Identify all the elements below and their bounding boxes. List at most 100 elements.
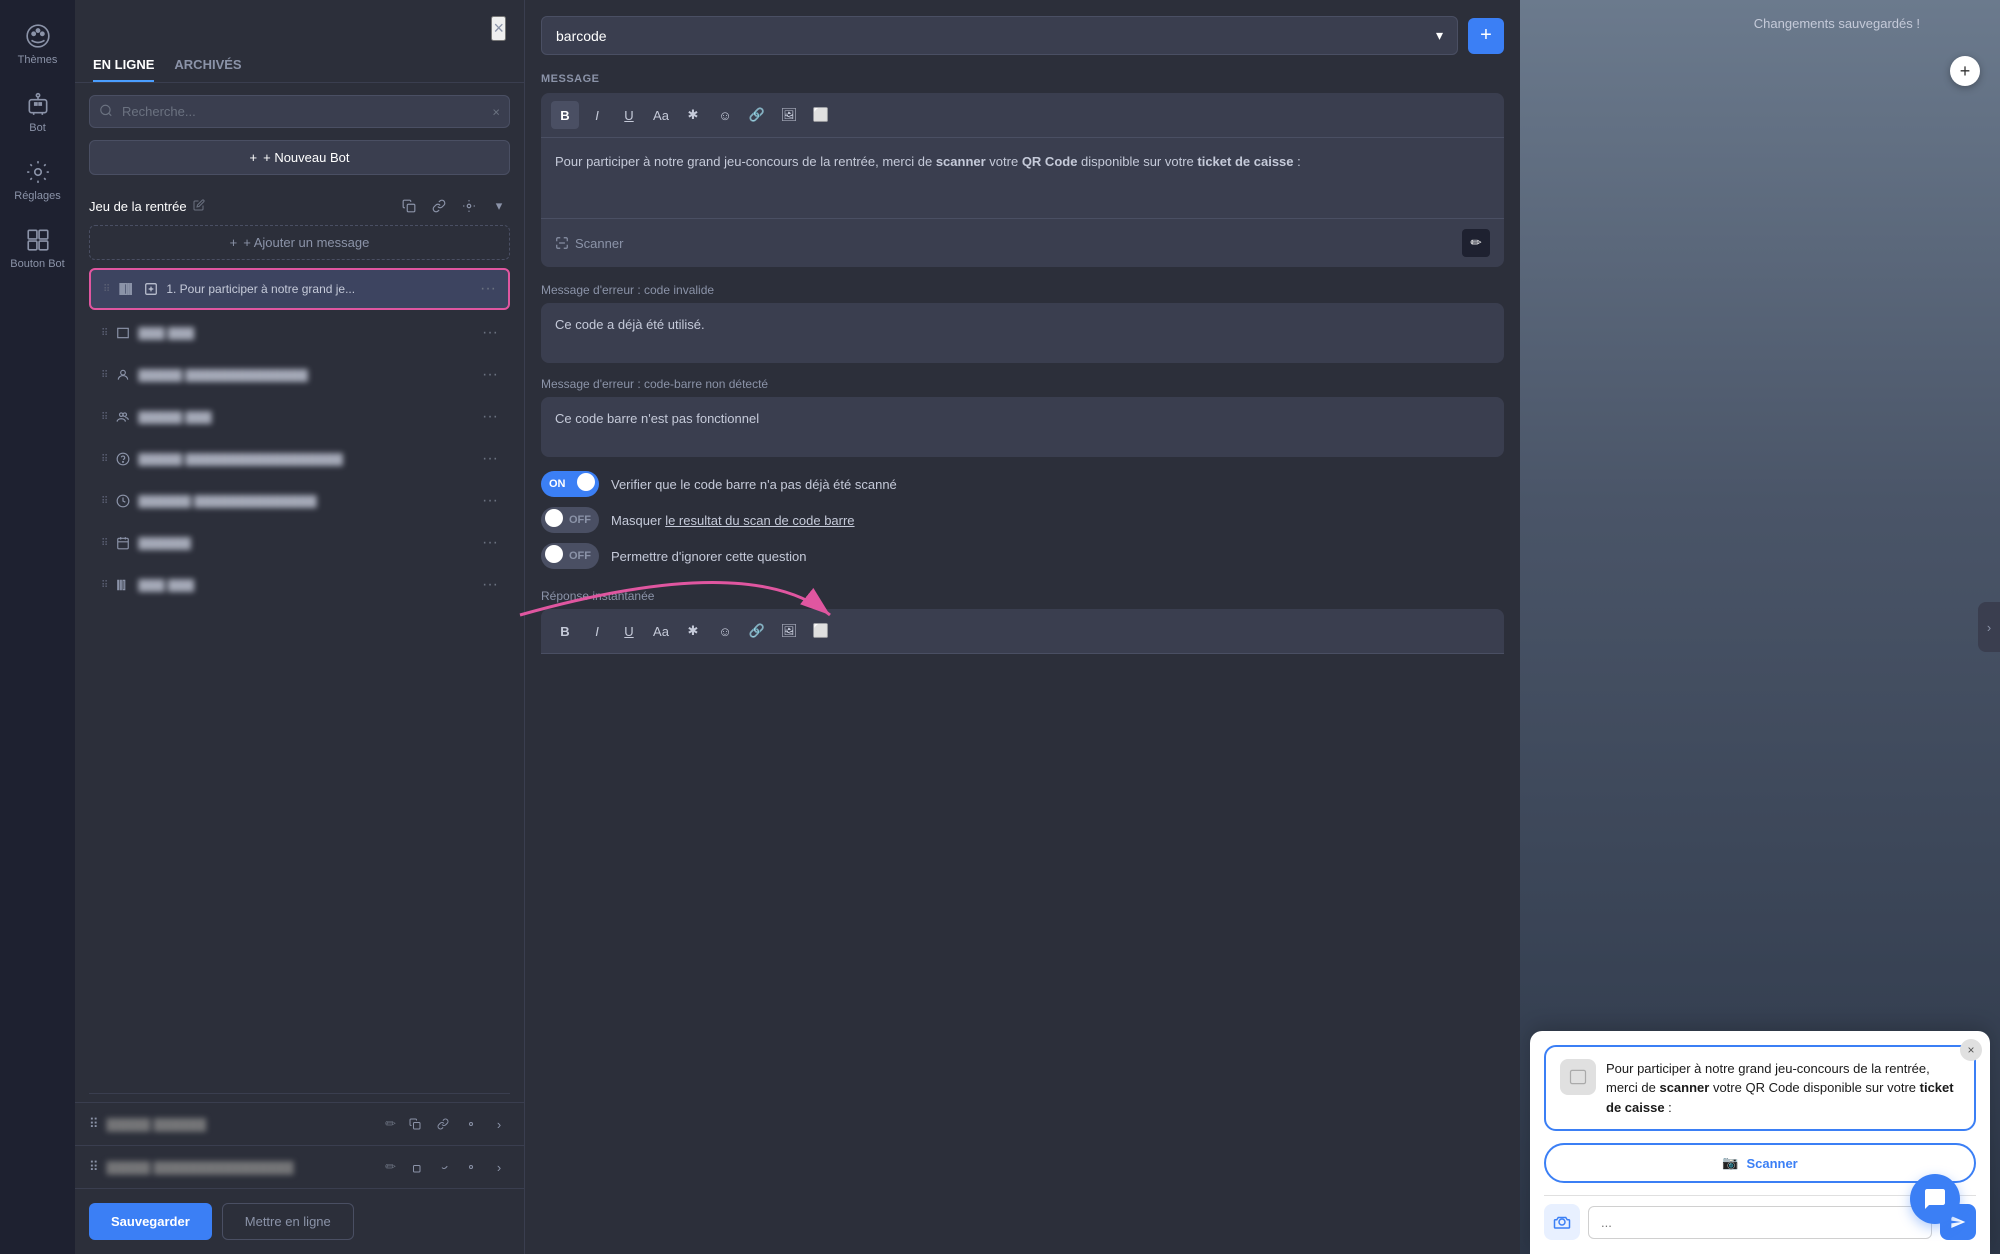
image-button[interactable]: 🖼 xyxy=(775,101,803,129)
tab-archived[interactable]: ARCHIVÉS xyxy=(174,49,241,82)
underline-button[interactable]: U xyxy=(615,101,643,129)
copy-icon[interactable] xyxy=(398,195,420,217)
message-item-active[interactable]: ⠿ 1. Pour participer à notre grand je...… xyxy=(89,268,510,310)
settings-icon[interactable] xyxy=(458,195,480,217)
user-icon xyxy=(116,368,130,382)
link-icon[interactable] xyxy=(428,195,450,217)
edit-icon[interactable]: ✏ xyxy=(385,1159,396,1175)
settings-small-icon[interactable] xyxy=(460,1113,482,1135)
r-variable-button[interactable]: ✱ xyxy=(679,617,707,645)
item-menu-icon[interactable]: ··· xyxy=(482,366,498,384)
r-bold-button[interactable]: B xyxy=(551,617,579,645)
item-menu-icon[interactable]: ··· xyxy=(482,576,498,594)
list-item[interactable]: ⠿ ▓▓▓▓▓▓ ··· xyxy=(89,524,510,562)
r-image-button[interactable]: 🖼 xyxy=(775,617,803,645)
chevron-down-icon[interactable]: ▾ xyxy=(488,195,510,217)
toggle1-row: ON Verifier que le code barre n'a pas dé… xyxy=(541,471,1504,497)
item-text-blurred: ▓▓▓ ▓▓▓ xyxy=(138,326,474,340)
chat-bubble-button[interactable] xyxy=(1910,1174,1960,1224)
toggle1-switch[interactable]: ON xyxy=(541,471,599,497)
variable-button[interactable]: ✱ xyxy=(679,101,707,129)
error1-text: Ce code a déjà été utilisé. xyxy=(555,317,705,332)
sidebar-item-bouton-bot[interactable]: Bouton Bot xyxy=(0,214,75,282)
r-media-button[interactable]: ⬜ xyxy=(807,617,835,645)
settings-small-icon2[interactable] xyxy=(460,1156,482,1178)
drag-handle: ⠿ xyxy=(101,454,108,465)
error1-box[interactable]: Ce code a déjà été utilisé. xyxy=(541,303,1504,363)
camera-icon: 📷 xyxy=(1722,1155,1738,1171)
list-item[interactable]: ⠿ ▓▓▓▓▓ ▓▓▓ ··· xyxy=(89,398,510,436)
preview-close-button[interactable]: × xyxy=(1960,1039,1982,1061)
media-button[interactable]: ⬜ xyxy=(807,101,835,129)
copy-icon[interactable] xyxy=(404,1156,426,1178)
r-emoji-button[interactable]: ☺ xyxy=(711,617,739,645)
edit-icon[interactable]: ✏ xyxy=(385,1116,396,1132)
sub-panel-item-2[interactable]: ⠿ ▓▓▓▓▓ ▓▓▓▓▓▓▓▓▓▓▓▓▓▓▓▓ ✏ › xyxy=(75,1145,524,1188)
new-bot-button[interactable]: + + Nouveau Bot xyxy=(89,140,510,175)
item-menu-icon[interactable]: ··· xyxy=(482,492,498,510)
list-item[interactable]: ⠿ ▓▓▓▓▓ ▓▓▓▓▓▓▓▓▓▓▓▓▓▓▓▓▓▓ ··· xyxy=(89,440,510,478)
scanner-text: Scanner xyxy=(575,236,623,251)
active-item-text: 1. Pour participer à notre grand je... xyxy=(166,282,472,296)
sub-panel-item-1[interactable]: ⠿ ▓▓▓▓▓ ▓▓▓▓▓▓ ✏ › xyxy=(75,1102,524,1145)
message-section-label: MESSAGE xyxy=(541,73,1504,85)
number-icon xyxy=(144,282,158,296)
toggle3-switch[interactable]: OFF xyxy=(541,543,599,569)
barcode-select[interactable]: barcode ▾ xyxy=(541,16,1458,55)
section-actions: ▾ xyxy=(398,195,510,217)
drag-handle: ⠿ xyxy=(89,1159,99,1175)
item-menu-icon[interactable]: ··· xyxy=(482,408,498,426)
search-input[interactable] xyxy=(89,95,510,128)
preview-camera-button[interactable] xyxy=(1544,1204,1580,1240)
editor-body[interactable]: Pour participer à notre grand jeu-concou… xyxy=(541,138,1504,218)
publish-button[interactable]: Mettre en ligne xyxy=(222,1203,354,1240)
item-menu-icon[interactable]: ··· xyxy=(482,324,498,342)
toggle2-switch[interactable]: OFF xyxy=(541,507,599,533)
list-item[interactable]: ⠿ ▓▓▓▓▓ ▓▓▓▓▓▓▓▓▓▓▓▓▓▓ ··· xyxy=(89,356,510,394)
item-menu-icon[interactable]: ··· xyxy=(482,450,498,468)
save-button[interactable]: Sauvegarder xyxy=(89,1203,212,1240)
r-fontsize-button[interactable]: Aa xyxy=(647,617,675,645)
list-item[interactable]: ⠿ ▓▓▓ ▓▓▓ ··· xyxy=(89,566,510,604)
add-message-button[interactable]: + + Ajouter un message xyxy=(89,225,510,260)
sidebar-item-reglages[interactable]: Réglages xyxy=(0,146,75,214)
list-item[interactable]: ⠿ ▓▓▓▓▓▓ ▓▓▓▓▓▓▓▓▓▓▓▓▓▓ ··· xyxy=(89,482,510,520)
toggle3-row: OFF Permettre d'ignorer cette question xyxy=(541,543,1504,569)
link-button[interactable]: 🔗 xyxy=(743,101,771,129)
preview-text-input[interactable] xyxy=(1588,1206,1932,1239)
r-italic-button[interactable]: I xyxy=(583,617,611,645)
link-icon[interactable] xyxy=(432,1156,454,1178)
font-size-button[interactable]: Aa xyxy=(647,101,675,129)
preview-scanner-button[interactable]: 📷 Scanner xyxy=(1544,1143,1976,1183)
list-item[interactable]: ⠿ ▓▓▓ ▓▓▓ ··· xyxy=(89,314,510,352)
toggle3-label: Permettre d'ignorer cette question xyxy=(611,549,806,564)
search-clear-icon[interactable]: × xyxy=(492,104,500,119)
panel-close-button[interactable]: × xyxy=(491,16,506,41)
error2-box[interactable]: Ce code barre n'est pas fonctionnel xyxy=(541,397,1504,457)
item-menu-icon[interactable]: ··· xyxy=(480,280,496,298)
italic-button[interactable]: I xyxy=(583,101,611,129)
bold-button[interactable]: B xyxy=(551,101,579,129)
preview-add-button[interactable]: + xyxy=(1950,56,1980,86)
edit-icon[interactable] xyxy=(193,199,205,214)
chevron-right-icon2[interactable]: › xyxy=(488,1156,510,1178)
calendar-icon xyxy=(116,536,130,550)
error2-text: Ce code barre n'est pas fonctionnel xyxy=(555,411,759,426)
sidebar-item-bot[interactable]: Bot xyxy=(0,78,75,146)
scanner-edit-button[interactable]: ✏ xyxy=(1462,229,1490,257)
item-text-blurred: ▓▓▓▓▓▓ xyxy=(138,536,474,550)
chevron-right-icon[interactable]: › xyxy=(488,1113,510,1135)
preview-expand-button[interactable]: › xyxy=(1978,602,2000,652)
copy-icon[interactable] xyxy=(404,1113,426,1135)
link-icon[interactable] xyxy=(432,1113,454,1135)
grid-icon xyxy=(24,226,52,254)
drag-handle: ⠿ xyxy=(89,1116,99,1132)
emoji-button[interactable]: ☺ xyxy=(711,101,739,129)
tab-online[interactable]: EN LIGNE xyxy=(93,49,154,82)
barcode-value: barcode xyxy=(556,28,607,44)
sidebar-item-themes[interactable]: Thèmes xyxy=(0,10,75,78)
item-menu-icon[interactable]: ··· xyxy=(482,534,498,552)
r-underline-button[interactable]: U xyxy=(615,617,643,645)
r-link-button[interactable]: 🔗 xyxy=(743,617,771,645)
barcode-add-button[interactable]: + xyxy=(1468,18,1504,54)
